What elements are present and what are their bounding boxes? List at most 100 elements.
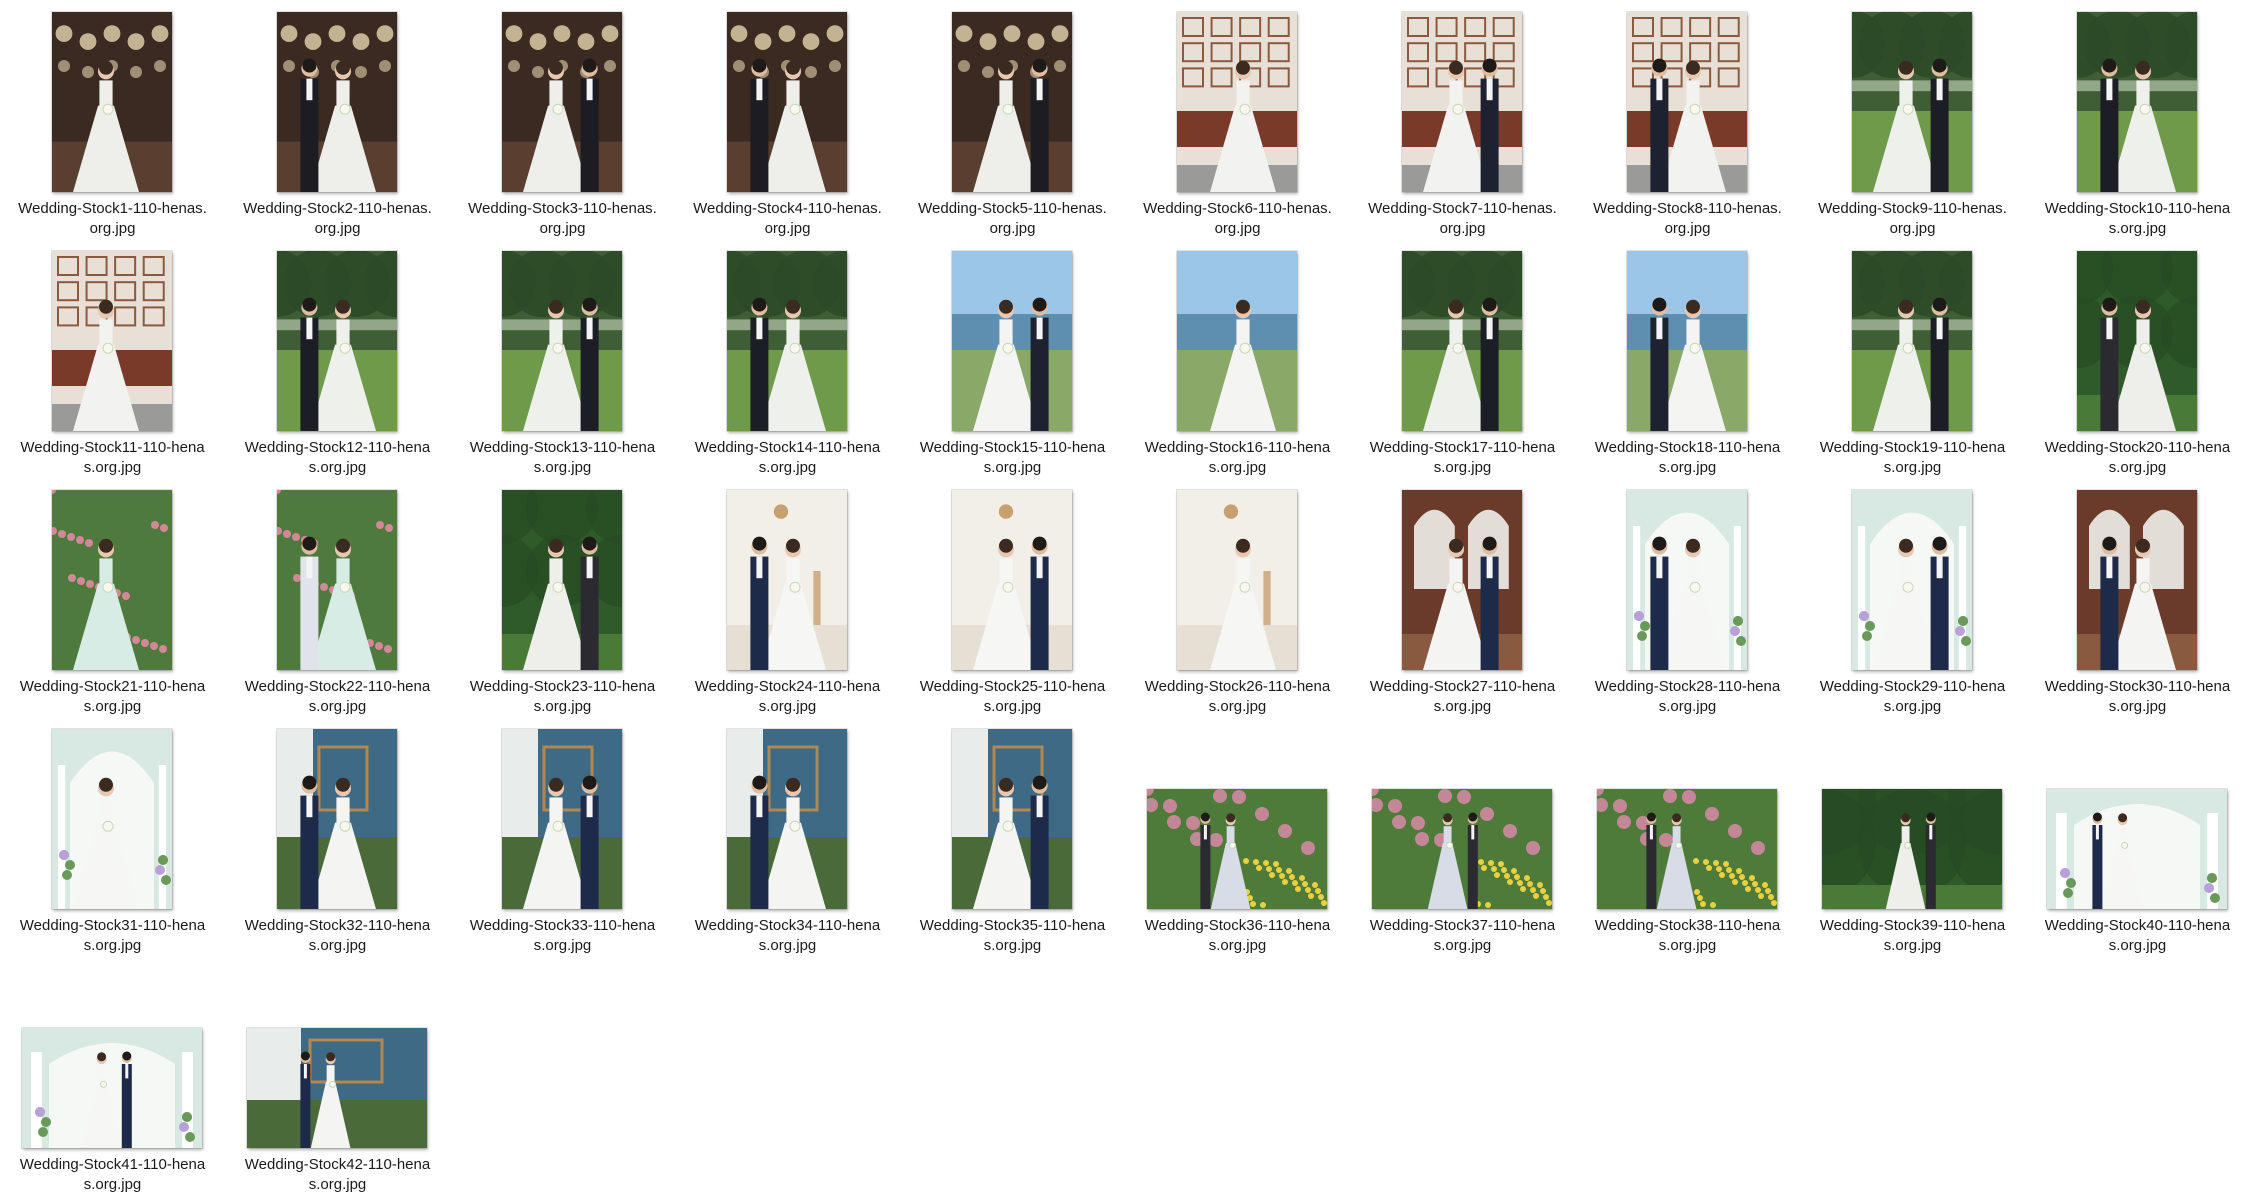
file-name-label: Wedding-Stock15-110-hena s.org.jpg <box>900 438 1125 478</box>
image-thumbnail[interactable] <box>51 489 173 671</box>
file-name-label: Wedding-Stock21-110-hena s.org.jpg <box>0 677 225 717</box>
file-item[interactable]: Wedding-Stock12-110-hena s.org.jpg <box>225 239 450 478</box>
image-thumbnail[interactable] <box>501 728 623 910</box>
file-item[interactable]: Wedding-Stock26-110-hena s.org.jpg <box>1125 478 1350 717</box>
file-item[interactable]: Wedding-Stock8-110-henas. org.jpg <box>1575 0 1800 239</box>
file-item[interactable]: Wedding-Stock19-110-hena s.org.jpg <box>1800 239 2025 478</box>
file-item[interactable]: Wedding-Stock24-110-hena s.org.jpg <box>675 478 900 717</box>
image-thumbnail[interactable] <box>951 250 1073 432</box>
image-thumbnail[interactable] <box>1146 788 1328 910</box>
file-item[interactable]: Wedding-Stock2-110-henas. org.jpg <box>225 0 450 239</box>
file-item[interactable]: Wedding-Stock31-110-hena s.org.jpg <box>0 717 225 956</box>
file-name-label: Wedding-Stock12-110-hena s.org.jpg <box>225 438 450 478</box>
image-thumbnail[interactable] <box>726 728 848 910</box>
file-item[interactable]: Wedding-Stock39-110-hena s.org.jpg <box>1800 717 2025 956</box>
file-item[interactable]: Wedding-Stock27-110-hena s.org.jpg <box>1350 478 1575 717</box>
image-thumbnail[interactable] <box>1596 788 1778 910</box>
thumbnail-area <box>450 478 675 671</box>
file-item[interactable]: Wedding-Stock35-110-hena s.org.jpg <box>900 717 1125 956</box>
file-item[interactable]: Wedding-Stock28-110-hena s.org.jpg <box>1575 478 1800 717</box>
file-item[interactable]: Wedding-Stock5-110-henas. org.jpg <box>900 0 1125 239</box>
file-item[interactable]: Wedding-Stock14-110-hena s.org.jpg <box>675 239 900 478</box>
image-thumbnail[interactable] <box>951 11 1073 193</box>
image-thumbnail[interactable] <box>276 250 398 432</box>
image-thumbnail[interactable] <box>21 1027 203 1149</box>
file-item[interactable]: Wedding-Stock17-110-hena s.org.jpg <box>1350 239 1575 478</box>
image-thumbnail[interactable] <box>276 489 398 671</box>
image-thumbnail[interactable] <box>1176 11 1298 193</box>
image-thumbnail[interactable] <box>1821 788 2003 910</box>
image-thumbnail[interactable] <box>726 11 848 193</box>
file-item[interactable]: Wedding-Stock29-110-hena s.org.jpg <box>1800 478 2025 717</box>
image-thumbnail[interactable] <box>51 250 173 432</box>
file-name-line-1: Wedding-Stock3-110-henas. <box>468 200 657 217</box>
file-item[interactable]: Wedding-Stock30-110-hena s.org.jpg <box>2025 478 2242 717</box>
file-item[interactable]: Wedding-Stock20-110-hena s.org.jpg <box>2025 239 2242 478</box>
image-thumbnail[interactable] <box>1626 489 1748 671</box>
file-name-line-1: Wedding-Stock33-110-hena <box>469 917 656 934</box>
image-thumbnail[interactable] <box>51 11 173 193</box>
image-thumbnail[interactable] <box>1401 11 1523 193</box>
image-thumbnail[interactable] <box>726 250 848 432</box>
image-thumbnail[interactable] <box>2076 489 2198 671</box>
file-item[interactable]: Wedding-Stock38-110-hena s.org.jpg <box>1575 717 1800 956</box>
image-thumbnail[interactable] <box>1176 489 1298 671</box>
file-item[interactable]: Wedding-Stock7-110-henas. org.jpg <box>1350 0 1575 239</box>
image-thumbnail[interactable] <box>1401 250 1523 432</box>
image-thumbnail[interactable] <box>2076 11 2198 193</box>
file-item[interactable]: Wedding-Stock34-110-hena s.org.jpg <box>675 717 900 956</box>
image-thumbnail[interactable] <box>1851 11 1973 193</box>
file-item[interactable]: Wedding-Stock16-110-hena s.org.jpg <box>1125 239 1350 478</box>
image-thumbnail[interactable] <box>951 728 1073 910</box>
file-item[interactable]: Wedding-Stock41-110-hena s.org.jpg <box>0 956 225 1195</box>
image-thumbnail[interactable] <box>951 489 1073 671</box>
file-item[interactable]: Wedding-Stock25-110-hena s.org.jpg <box>900 478 1125 717</box>
image-thumbnail[interactable] <box>246 1027 428 1149</box>
file-name-line-2: s.org.jpg <box>758 698 817 715</box>
image-thumbnail[interactable] <box>1851 489 1973 671</box>
image-thumbnail[interactable] <box>726 489 848 671</box>
file-name-line-2: s.org.jpg <box>758 459 817 476</box>
thumbnail-area <box>2025 478 2242 671</box>
image-thumbnail[interactable] <box>276 728 398 910</box>
file-item[interactable]: Wedding-Stock10-110-hena s.org.jpg <box>2025 0 2242 239</box>
file-name-line-2: s.org.jpg <box>1433 459 1492 476</box>
file-item[interactable]: Wedding-Stock18-110-hena s.org.jpg <box>1575 239 1800 478</box>
file-item[interactable]: Wedding-Stock9-110-henas. org.jpg <box>1800 0 2025 239</box>
file-item[interactable]: Wedding-Stock37-110-hena s.org.jpg <box>1350 717 1575 956</box>
file-item[interactable]: Wedding-Stock13-110-hena s.org.jpg <box>450 239 675 478</box>
file-item[interactable]: Wedding-Stock4-110-henas. org.jpg <box>675 0 900 239</box>
file-name-line-2: s.org.jpg <box>2108 220 2167 237</box>
file-item[interactable]: Wedding-Stock15-110-hena s.org.jpg <box>900 239 1125 478</box>
image-thumbnail[interactable] <box>1371 788 1553 910</box>
file-name-line-1: Wedding-Stock26-110-hena <box>1144 678 1331 695</box>
image-thumbnail[interactable] <box>51 728 173 910</box>
image-thumbnail[interactable] <box>501 11 623 193</box>
file-item[interactable]: Wedding-Stock21-110-hena s.org.jpg <box>0 478 225 717</box>
image-thumbnail[interactable] <box>1401 489 1523 671</box>
file-item[interactable]: Wedding-Stock42-110-hena s.org.jpg <box>225 956 450 1195</box>
thumbnail-area <box>1350 717 1575 910</box>
file-item[interactable]: Wedding-Stock40-110-hena s.org.jpg <box>2025 717 2242 956</box>
image-thumbnail[interactable] <box>2076 250 2198 432</box>
file-item[interactable]: Wedding-Stock6-110-henas. org.jpg <box>1125 0 1350 239</box>
file-item[interactable]: Wedding-Stock22-110-hena s.org.jpg <box>225 478 450 717</box>
file-item[interactable]: Wedding-Stock23-110-hena s.org.jpg <box>450 478 675 717</box>
image-thumbnail[interactable] <box>2046 788 2228 910</box>
image-thumbnail[interactable] <box>1626 250 1748 432</box>
file-name-label: Wedding-Stock22-110-hena s.org.jpg <box>225 677 450 717</box>
image-thumbnail[interactable] <box>1626 11 1748 193</box>
file-item[interactable]: Wedding-Stock32-110-hena s.org.jpg <box>225 717 450 956</box>
file-item[interactable]: Wedding-Stock36-110-hena s.org.jpg <box>1125 717 1350 956</box>
image-thumbnail[interactable] <box>501 489 623 671</box>
file-name-line-1: Wedding-Stock5-110-henas. <box>918 200 1107 217</box>
file-item[interactable]: Wedding-Stock33-110-hena s.org.jpg <box>450 717 675 956</box>
image-thumbnail[interactable] <box>501 250 623 432</box>
file-item[interactable]: Wedding-Stock3-110-henas. org.jpg <box>450 0 675 239</box>
file-name-label: Wedding-Stock1-110-henas. org.jpg <box>0 199 225 239</box>
file-item[interactable]: Wedding-Stock1-110-henas. org.jpg <box>0 0 225 239</box>
file-item[interactable]: Wedding-Stock11-110-hena s.org.jpg <box>0 239 225 478</box>
image-thumbnail[interactable] <box>276 11 398 193</box>
image-thumbnail[interactable] <box>1851 250 1973 432</box>
image-thumbnail[interactable] <box>1176 250 1298 432</box>
